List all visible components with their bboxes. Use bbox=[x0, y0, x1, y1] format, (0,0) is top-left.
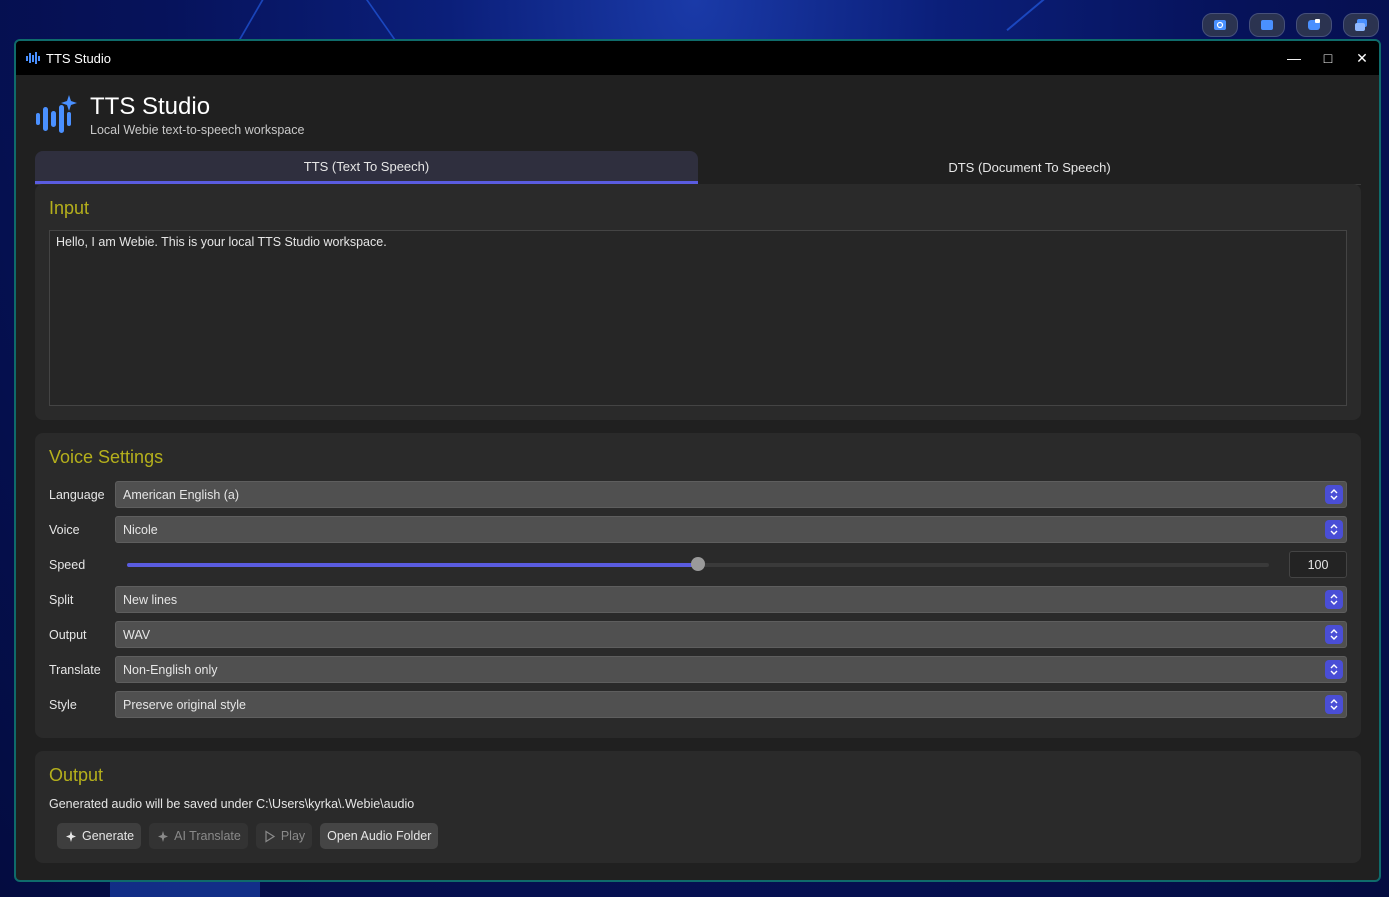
output-format-value: WAV bbox=[123, 627, 151, 642]
speed-label: Speed bbox=[49, 557, 86, 572]
system-tray bbox=[1202, 13, 1379, 37]
voice-label: Voice bbox=[49, 522, 80, 537]
voice-settings-panel: Voice Settings Language American English… bbox=[35, 433, 1361, 738]
tray-stack-icon[interactable] bbox=[1343, 13, 1379, 37]
sparkle-icon bbox=[66, 830, 76, 842]
split-select[interactable]: New lines bbox=[115, 586, 1347, 613]
desktop-circuit-line bbox=[110, 882, 260, 897]
page-subtitle: Local Webie text-to-speech workspace bbox=[90, 123, 305, 137]
input-panel: Input Hello, I am Webie. This is your lo… bbox=[35, 184, 1361, 420]
chevron-updown-icon bbox=[1325, 590, 1343, 609]
play-icon bbox=[265, 829, 275, 843]
speed-row: Speed 100 bbox=[49, 551, 1347, 578]
desktop-circuit-line bbox=[238, 0, 264, 40]
voice-select[interactable]: Nicole bbox=[115, 516, 1347, 543]
page-title: TTS Studio bbox=[90, 93, 211, 120]
window-title: TTS Studio bbox=[46, 50, 112, 66]
title-bar[interactable]: TTS Studio — □ ✕ bbox=[16, 41, 1379, 75]
language-label: Language bbox=[49, 487, 105, 502]
chevron-updown-icon bbox=[1325, 520, 1343, 539]
open-audio-folder-button[interactable]: Open Audio Folder bbox=[320, 823, 439, 849]
translate-label: Translate bbox=[49, 662, 101, 677]
chevron-updown-icon bbox=[1325, 660, 1343, 679]
output-format-select[interactable]: WAV bbox=[115, 621, 1347, 648]
desktop-circuit-line bbox=[1006, 0, 1054, 32]
language-select[interactable]: American English (a) bbox=[115, 481, 1347, 508]
tray-chat-icon[interactable] bbox=[1296, 13, 1332, 37]
generate-label: Generate bbox=[82, 829, 135, 843]
output-panel: Output Generated audio will be saved und… bbox=[35, 751, 1361, 863]
input-section-title: Input bbox=[49, 198, 90, 218]
style-select[interactable]: Preserve original style bbox=[115, 691, 1347, 718]
generate-button[interactable]: Generate bbox=[57, 823, 142, 849]
ai-translate-label: AI Translate bbox=[174, 829, 241, 843]
maximize-button[interactable]: □ bbox=[1311, 41, 1345, 75]
app-waveform-icon bbox=[26, 52, 40, 64]
output-format-row: Output WAV bbox=[49, 621, 1347, 648]
app-header: TTS Studio Local Webie text-to-speech wo… bbox=[35, 93, 304, 139]
speed-slider-handle[interactable] bbox=[691, 556, 705, 571]
style-row: Style Preserve original style bbox=[49, 691, 1347, 718]
minimize-button[interactable]: — bbox=[1277, 41, 1311, 75]
input-text-area[interactable]: Hello, I am Webie. This is your local TT… bbox=[49, 230, 1347, 406]
output-section-title: Output bbox=[49, 765, 104, 785]
chevron-updown-icon bbox=[1325, 625, 1343, 644]
tray-window-icon[interactable] bbox=[1249, 13, 1285, 37]
chevron-updown-icon bbox=[1325, 485, 1343, 504]
ai-translate-button[interactable]: AI Translate bbox=[149, 823, 248, 849]
mode-tabs: TTS (Text To Speech) DTS (Document To Sp… bbox=[35, 151, 1361, 185]
play-label: Play bbox=[280, 829, 306, 843]
language-row: Language American English (a) bbox=[49, 481, 1347, 508]
output-path-text: Generated audio will be saved under C:\U… bbox=[49, 797, 415, 811]
split-row: Split New lines bbox=[49, 586, 1347, 613]
play-button[interactable]: Play bbox=[255, 823, 313, 849]
split-label: Split bbox=[49, 592, 74, 607]
translate-select[interactable]: Non-English only bbox=[115, 656, 1347, 683]
output-format-label: Output bbox=[49, 627, 87, 642]
style-value: Preserve original style bbox=[123, 697, 246, 712]
open-audio-folder-label: Open Audio Folder bbox=[327, 829, 432, 843]
split-value: New lines bbox=[123, 592, 178, 607]
tray-refresh-icon[interactable] bbox=[1202, 13, 1238, 37]
style-label: Style bbox=[49, 697, 77, 712]
chevron-updown-icon bbox=[1325, 695, 1343, 714]
close-button[interactable]: ✕ bbox=[1345, 41, 1379, 75]
language-value: American English (a) bbox=[123, 487, 240, 502]
speed-value-input[interactable]: 100 bbox=[1289, 551, 1347, 578]
voice-value: Nicole bbox=[123, 522, 158, 537]
app-window: TTS Studio — □ ✕ TTS Studio Local Webie … bbox=[14, 39, 1381, 882]
speed-slider[interactable] bbox=[127, 556, 1269, 571]
tab-dts[interactable]: DTS (Document To Speech) bbox=[698, 151, 1361, 184]
voice-section-title: Voice Settings bbox=[49, 447, 164, 467]
tab-tts[interactable]: TTS (Text To Speech) bbox=[35, 151, 698, 184]
translate-row: Translate Non-English only bbox=[49, 656, 1347, 683]
app-logo-icon bbox=[36, 95, 77, 133]
translate-value: Non-English only bbox=[123, 662, 218, 677]
sparkle-icon bbox=[158, 830, 169, 842]
desktop-circuit-line bbox=[365, 0, 397, 40]
speed-slider-fill bbox=[127, 562, 698, 567]
voice-row: Voice Nicole bbox=[49, 516, 1347, 543]
